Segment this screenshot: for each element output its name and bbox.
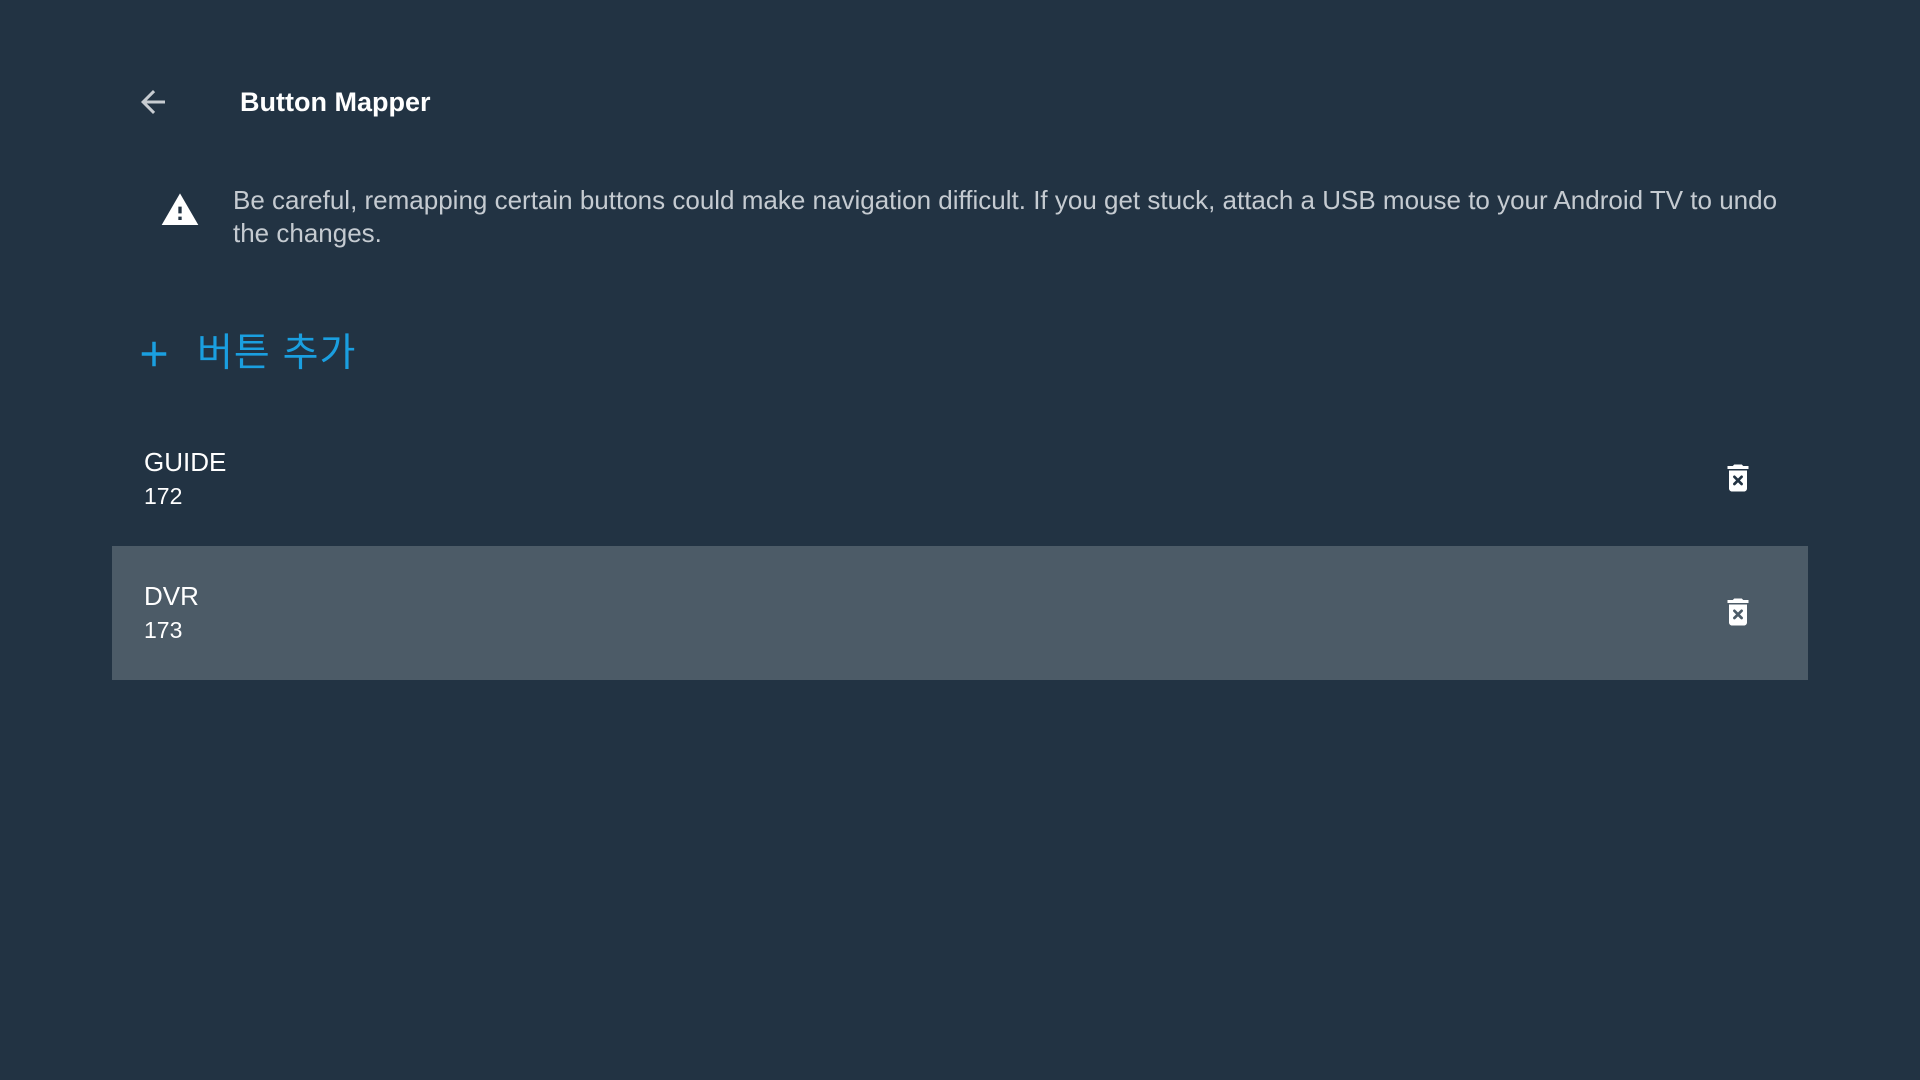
add-button-label: 버튼 추가: [197, 332, 357, 375]
mapping-name: DVR: [144, 581, 199, 611]
header: Button Mapper: [131, 80, 430, 124]
add-button[interactable]: 버튼 추가: [133, 326, 356, 382]
plus-icon: [141, 341, 167, 367]
warning-message: Be careful, remapping certain buttons co…: [160, 184, 1800, 250]
page-title: Button Mapper: [240, 87, 431, 117]
mapping-row-dvr[interactable]: DVR 173: [112, 546, 1808, 680]
warning-triangle-icon: [161, 193, 199, 225]
mapping-keycode: 173: [144, 617, 183, 643]
back-button[interactable]: [131, 80, 175, 124]
trash-icon: [1727, 464, 1749, 492]
mapping-name: GUIDE: [144, 447, 227, 477]
mapping-row-guide[interactable]: GUIDE 172: [112, 412, 1808, 546]
mapping-keycode: 172: [144, 483, 183, 509]
trash-icon: [1727, 598, 1749, 626]
delete-button[interactable]: [1716, 456, 1760, 500]
delete-button[interactable]: [1716, 590, 1760, 634]
arrow-back-icon: [141, 90, 165, 114]
mapping-list: GUIDE 172 DVR 173: [112, 412, 1808, 680]
warning-text: Be careful, remapping certain buttons co…: [233, 185, 1778, 248]
